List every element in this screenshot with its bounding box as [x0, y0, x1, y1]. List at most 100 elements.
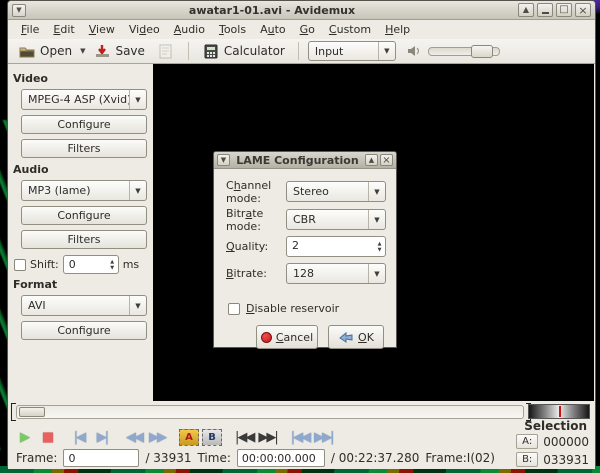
menu-help[interactable]: Help	[378, 21, 417, 38]
open-label: Open	[40, 44, 72, 58]
audio-configure-button[interactable]: Configure	[21, 206, 147, 225]
toolbar-separator	[298, 42, 299, 60]
last-frame-button[interactable]: ▶▶|	[257, 427, 277, 447]
jog-marker	[559, 406, 561, 417]
cancel-button[interactable]: Cancel	[256, 325, 318, 349]
fast-backward-button[interactable]: ◀◀	[124, 427, 144, 447]
dialog-title: LAME Configuration	[230, 154, 365, 167]
window-titlebar[interactable]: ▼ awatar1-01.avi - Avidemux ▲ □ ×	[8, 1, 595, 20]
ok-button[interactable]: OK	[328, 325, 384, 349]
stop-button[interactable]: ■	[37, 427, 57, 447]
bitrate-mode-combobox[interactable]: CBR ▼	[286, 209, 386, 230]
save-button[interactable]: Save	[89, 41, 148, 61]
menu-edit[interactable]: Edit	[46, 21, 81, 38]
shift-checkbox[interactable]	[14, 259, 26, 271]
toolbar-separator	[188, 42, 189, 60]
format-section-header: Format	[13, 278, 153, 291]
marker-a-tag[interactable]: A:	[516, 434, 538, 449]
dialog-close-button[interactable]: ×	[380, 154, 393, 166]
minimize-button[interactable]	[537, 3, 553, 17]
seek-slider[interactable]	[16, 405, 524, 419]
quality-value: 2	[287, 237, 374, 256]
bitrate-mode-label: Bitrate mode:	[226, 207, 286, 233]
close-button[interactable]: ×	[575, 3, 591, 17]
dialog-shade-button[interactable]: ▲	[365, 154, 378, 166]
selection-b-row: B: 033931	[516, 452, 589, 467]
volume-slider-handle[interactable]	[471, 45, 493, 58]
quality-spinbox[interactable]: 2 ▲▼	[286, 236, 386, 257]
marker-b-tag[interactable]: B:	[516, 452, 538, 467]
menu-view[interactable]: View	[82, 21, 122, 38]
format-value: AVI	[22, 299, 129, 312]
shift-spinbox[interactable]: 0 ▲▼	[63, 255, 119, 274]
video-codec-combobox[interactable]: MPEG-4 ASP (Xvid) ▼	[21, 89, 147, 110]
previous-frame-button[interactable]: |◀	[69, 427, 89, 447]
previous-keyframe-button[interactable]: |◀◀	[290, 427, 310, 447]
lame-configuration-dialog: ▼ LAME Configuration ▲ × Channel mode: S…	[213, 151, 397, 348]
bitrate-combobox[interactable]: 128 ▼	[286, 263, 386, 284]
frame-type-label: Frame:I(02)	[425, 451, 495, 465]
menu-tools[interactable]: Tools	[212, 21, 253, 38]
shade-button[interactable]: ▲	[518, 3, 534, 17]
calculator-icon	[202, 43, 220, 59]
cancel-label: Cancel	[276, 331, 313, 344]
next-frame-button[interactable]: ▶|	[92, 427, 112, 447]
open-dropdown-arrow[interactable]: ▼	[80, 47, 85, 55]
set-marker-b-button[interactable]: B	[202, 429, 222, 446]
set-marker-a-button[interactable]: A	[179, 429, 199, 446]
video-filters-button[interactable]: Filters	[21, 139, 147, 158]
save-icon	[93, 43, 111, 59]
channel-mode-value: Stereo	[287, 185, 368, 198]
selection-a-row: A: 000000	[516, 434, 589, 449]
video-configure-button[interactable]: Configure	[21, 115, 147, 134]
disable-reservoir-row: Disable reservoir	[228, 302, 339, 315]
quality-label: Quality:	[226, 240, 286, 253]
menu-video[interactable]: Video	[122, 21, 167, 38]
menu-go[interactable]: Go	[293, 21, 322, 38]
input-output-combobox[interactable]: Input ▼	[308, 41, 396, 61]
volume-slider[interactable]	[428, 47, 500, 56]
chevron-down-icon: ▼	[378, 42, 395, 60]
menu-auto[interactable]: Auto	[253, 21, 293, 38]
window-menu-icon[interactable]: ▼	[12, 4, 26, 17]
first-frame-button[interactable]: |◀◀	[234, 427, 254, 447]
minimize-icon	[542, 12, 549, 14]
calculator-button[interactable]: Calculator	[198, 41, 289, 61]
frame-label: Frame:	[16, 451, 57, 465]
play-button[interactable]: ▶	[14, 427, 34, 447]
window-title: awatar1-01.avi - Avidemux	[26, 4, 518, 17]
spinner-arrows-icon[interactable]: ▲▼	[107, 256, 118, 273]
menu-file[interactable]: File	[14, 21, 46, 38]
info-button-disabled	[153, 41, 179, 61]
codec-sidebar: Video MPEG-4 ASP (Xvid) ▼ Configure Filt…	[8, 64, 153, 401]
time-total-label: / 00:22:37.280	[331, 451, 419, 465]
maximize-button[interactable]: □	[556, 3, 572, 17]
audio-filters-button[interactable]: Filters	[21, 230, 147, 249]
bitrate-mode-value: CBR	[287, 213, 368, 226]
jog-shuttle-wheel[interactable]	[528, 404, 590, 419]
open-button[interactable]: Open	[14, 41, 76, 61]
disable-reservoir-label: Disable reservoir	[246, 302, 339, 315]
seek-slider-handle[interactable]	[19, 407, 45, 417]
audio-section-header: Audio	[13, 163, 153, 176]
dialog-titlebar[interactable]: ▼ LAME Configuration ▲ ×	[214, 152, 396, 169]
next-keyframe-button[interactable]: ▶▶|	[313, 427, 333, 447]
format-combobox[interactable]: AVI ▼	[21, 295, 147, 316]
audio-codec-combobox[interactable]: MP3 (lame) ▼	[21, 180, 147, 201]
menu-custom[interactable]: Custom	[322, 21, 378, 38]
chevron-down-icon: ▼	[129, 90, 146, 109]
menu-audio[interactable]: Audio	[167, 21, 212, 38]
channel-mode-combobox[interactable]: Stereo ▼	[286, 181, 386, 202]
fast-forward-button[interactable]: ▶▶	[147, 427, 167, 447]
time-label: Time:	[197, 451, 230, 465]
video-codec-value: MPEG-4 ASP (Xvid)	[22, 93, 129, 106]
bitrate-value: 128	[287, 267, 368, 280]
time-input[interactable]: 00:00:00.000	[237, 449, 325, 467]
toolbar: Open ▼ Save Calculator	[8, 39, 595, 64]
frame-number-input[interactable]: 0	[63, 449, 139, 467]
spinner-arrows-icon[interactable]: ▲▼	[374, 237, 385, 256]
dialog-menu-icon[interactable]: ▼	[217, 154, 230, 166]
format-configure-button[interactable]: Configure	[21, 321, 147, 340]
marker-b-value: 033931	[543, 453, 589, 467]
disable-reservoir-checkbox[interactable]	[228, 303, 240, 315]
